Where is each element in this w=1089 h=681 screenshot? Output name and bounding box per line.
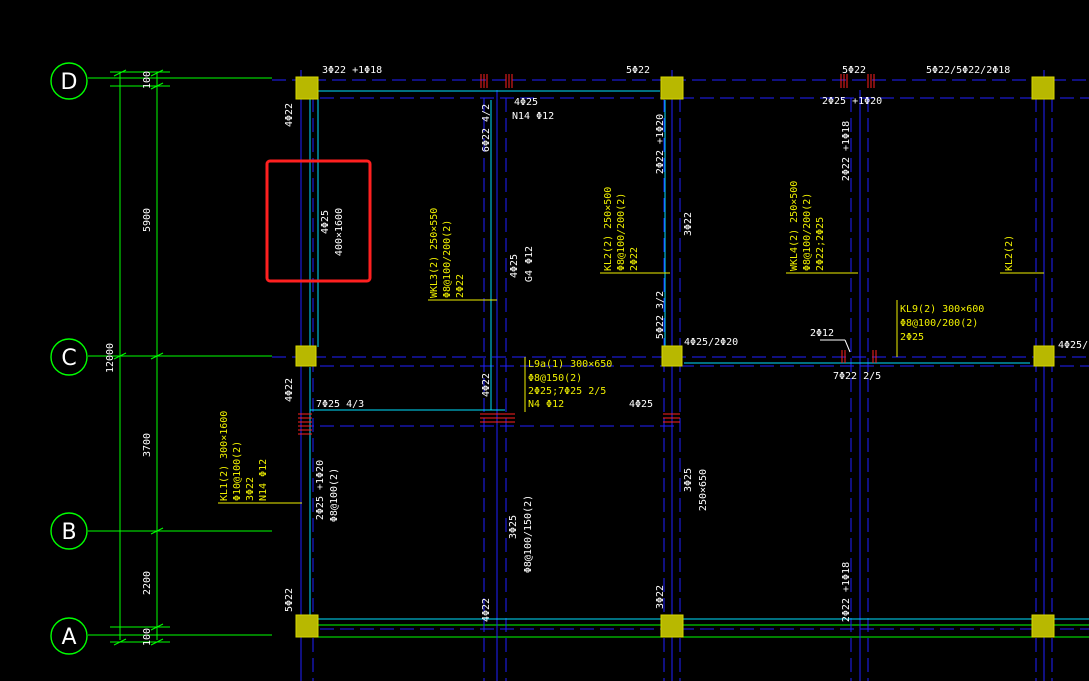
beam-label-kl2b[interactable]: KL2(2) [1004,235,1015,271]
kl1-line-1: KL1(2) 300×1600 [219,411,230,501]
hlabel-5: 7Φ25 4/3 [316,399,364,410]
wkl3-line-3: 2Φ22 [455,274,466,298]
l9-line-1: L9a(1) 300×650 [528,359,612,370]
structural-plan[interactable]: D C B A 100 5900 3700 2200 100 12000 3Φ2… [0,0,1089,681]
column-D2[interactable] [660,76,684,100]
column-C2[interactable] [661,345,683,367]
vlabel-22: 2Φ22 +1Φ18 [841,562,852,622]
kl2-line-1: KL2(2) 250×500 [603,187,614,271]
vlabel-6: 400×1600 [334,208,345,256]
top-label-7: 2Φ25 +1Φ20 [822,96,882,107]
vlabel-19: 5Φ22 [284,588,295,612]
wkl4-line-2: Φ8@100/200(2) [802,193,813,271]
kl9-line-3: 2Φ25 [900,332,924,343]
dim-top: 100 [142,71,153,89]
top-label-3: 5Φ22 [842,65,866,76]
vlabel-5: 4Φ25 [320,210,331,234]
kl2-line-3: 2Φ22 [629,247,640,271]
vlabel-18: 250×650 [698,469,709,511]
column-D3[interactable] [1031,76,1055,100]
column-C1[interactable] [295,345,317,367]
vlabel-10: 5Φ22 3/2 [655,291,666,339]
hlabel-4: 4Φ25/ [1058,340,1088,351]
wkl3-line-2: Φ8@100/200(2) [442,220,453,298]
vlabel-15: 3Φ25 [508,515,519,539]
drawing-background [0,0,1089,681]
hlabel-3: 7Φ22 2/5 [833,371,881,382]
top-label-4: 5Φ22/5Φ22/2Φ18 [926,65,1010,76]
hlabel-2: 2Φ12 [810,328,834,339]
top-label-2: 5Φ22 [626,65,650,76]
kl1-line-2: Φ10@100(2) [232,441,243,501]
column-A3[interactable] [1031,614,1055,638]
kl1-line-4: N14 Φ12 [258,459,269,501]
kl1-line-3: 3Φ22 [245,477,256,501]
wkl4-line-3: 2Φ22;2Φ25 [815,217,826,271]
axis-label-C: C [61,346,76,371]
vlabel-21: 3Φ22 [655,585,666,609]
wkl3-line-1: WKL3(2) 250×550 [429,208,440,298]
dim-3700: 3700 [142,433,153,457]
dim-bottom: 100 [142,628,153,646]
vlabel-1: 4Φ22 [284,103,295,127]
vlabel-11: 4Φ22 [284,378,295,402]
top-label-6: N14 Φ12 [512,111,554,122]
dim-total: 12000 [105,343,116,373]
vlabel-4: 2Φ22 +1Φ18 [841,121,852,181]
column-A2[interactable] [660,614,684,638]
vlabel-7: 4Φ25 [509,254,520,278]
kl2b-line-1: KL2(2) [1004,235,1015,271]
hlabel-1: 4Φ25/2Φ20 [684,337,738,348]
vlabel-2: 6Φ22 4/2 [481,104,492,152]
vlabel-20: 4Φ22 [481,598,492,622]
vlabel-14: Φ8@100(2) [329,468,340,522]
cad-drawing-canvas[interactable]: D C B A 100 5900 3700 2200 100 12000 3Φ2… [0,0,1089,681]
column-A1[interactable] [295,614,319,638]
column-C3[interactable] [1033,345,1055,367]
l9-line-4: N4 Φ12 [528,399,564,410]
wkl4-line-1: WKL4(2) 250×500 [789,181,800,271]
top-label-1: 3Φ22 +1Φ18 [322,65,382,76]
vlabel-3: 2Φ22 +1Φ20 [655,114,666,174]
vlabel-8: G4 Φ12 [524,246,535,282]
dim-2200: 2200 [142,571,153,595]
column-D1[interactable] [295,76,319,100]
axis-label-A: A [61,625,76,650]
kl9-line-1: KL9(2) 300×600 [900,304,984,315]
hlabel-6: 4Φ25 [629,399,653,410]
vlabel-12: 4Φ22 [481,373,492,397]
vlabel-9: 3Φ22 [683,212,694,236]
vlabel-17: 3Φ25 [683,468,694,492]
kl9-line-2: Φ8@100/200(2) [900,318,978,329]
dim-5900: 5900 [142,208,153,232]
l9-line-2: Φ8@150(2) [528,373,582,384]
top-label-5: 4Φ25 [514,97,538,108]
vlabel-13: 2Φ25 +1Φ20 [315,460,326,520]
axis-label-D: D [61,70,78,95]
axis-label-B: B [61,520,76,545]
kl2-line-2: Φ8@100/200(2) [616,193,627,271]
l9-line-3: 2Φ25;7Φ25 2/5 [528,386,606,397]
vlabel-16: Φ8@100/150(2) [523,495,534,573]
